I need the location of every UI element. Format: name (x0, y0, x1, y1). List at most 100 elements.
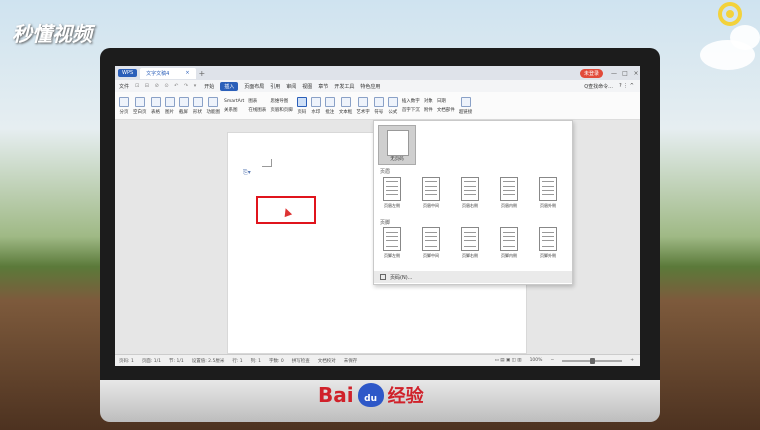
table-icon (150, 96, 161, 107)
ribbon-symbol[interactable]: 符号 (373, 96, 384, 115)
status-word-count[interactable]: 字数: 0 (269, 358, 284, 364)
ribbon-doc-parts[interactable]: 文档部件 (437, 107, 455, 113)
comment-icon (324, 96, 335, 107)
ribbon-object-group: 对象 附件 (424, 98, 433, 113)
ribbon-label: 功能图 (206, 109, 221, 115)
status-save: 未保存 (343, 358, 358, 364)
ribbon-attachment[interactable]: 附件 (424, 107, 433, 113)
menu-item-review[interactable]: 审阅 (286, 83, 296, 90)
menu-item-references[interactable]: 引用 (270, 83, 280, 90)
header-right-option[interactable]: 页眉右侧 (456, 177, 484, 209)
ribbon-object[interactable]: 对象 (424, 98, 433, 104)
ribbon-label: 文本框 (338, 109, 353, 115)
menu-item-chapter[interactable]: 章节 (318, 83, 328, 90)
no-page-number-label: 无页码 (390, 157, 404, 162)
menu-item-developer[interactable]: 开发工具 (334, 83, 354, 90)
ribbon-blank-page[interactable]: 空白页 (133, 96, 147, 115)
page-number-dropdown: 无页码 页眉 页眉左侧 页眉中间 页眉右侧 页眉内侧 页眉外侧 页脚 页脚左侧 … (373, 120, 573, 285)
help-icon[interactable]: ? ⋮ ^ (619, 83, 634, 89)
header-left-option[interactable]: 页眉左侧 (378, 177, 406, 209)
ribbon-drop-cap[interactable]: 首字下沉 (402, 107, 420, 113)
option-label: 页脚右侧 (462, 253, 478, 258)
picture-icon (164, 96, 175, 107)
pi-icon (387, 96, 398, 107)
footer-outside-option[interactable]: 页脚外侧 (534, 227, 562, 259)
ribbon-hyperlink[interactable]: 超链接 (459, 96, 472, 115)
ribbon-comment[interactable]: 批注 (324, 96, 335, 115)
search-command[interactable]: Q查找命令... (584, 83, 613, 90)
menu-item-layout[interactable]: 页面布局 (244, 83, 264, 90)
maximize-button[interactable]: □ (621, 70, 629, 77)
ribbon-function-chart[interactable]: 功能图 (206, 96, 221, 115)
page-thumb-icon (461, 227, 479, 251)
baidu-du: du (364, 394, 378, 404)
ribbon-picture[interactable]: 图片 (164, 96, 175, 115)
zoom-slider[interactable] (562, 357, 623, 364)
footer-center-option[interactable]: 页脚中间 (417, 227, 445, 259)
document-tab[interactable]: 文字文稿4 × (140, 67, 196, 79)
status-spell-check[interactable]: 拼写检查 (292, 358, 310, 364)
ribbon-header-footer[interactable]: 页眉和页脚 (270, 107, 293, 113)
ribbon-formula[interactable]: 公式 (387, 96, 398, 115)
ribbon-date[interactable]: 日期 (437, 98, 455, 104)
menu-item-insert[interactable]: 插入 (220, 81, 239, 91)
menu-item-view[interactable]: 视图 (302, 83, 312, 90)
app-tab[interactable]: WPS (118, 69, 138, 77)
zoom-level[interactable]: 100% (530, 358, 543, 363)
ribbon-screenshot[interactable]: 截屏 (178, 96, 189, 115)
textbox-icon (340, 96, 351, 107)
ribbon-online-chart[interactable]: 在线图表 (248, 107, 266, 113)
ribbon-shape[interactable]: 形状 (192, 96, 203, 115)
ribbon-number-group: 插入数字 首字下沉 (402, 98, 420, 113)
option-label: 页眉中间 (423, 203, 439, 208)
ribbon-mindmap[interactable]: 思维导图 (270, 98, 293, 104)
status-setting: 设置值: 2.5厘米 (191, 358, 225, 364)
zoom-slider-handle[interactable] (590, 357, 596, 364)
ribbon-insert-number[interactable]: 插入数字 (402, 98, 420, 104)
ribbon-relation-chart[interactable]: 关系图 (224, 107, 244, 113)
quick-access-toolbar[interactable]: ⊡ ⊟ ⊘ ⊙ ↶ ↷ ▾ (135, 83, 198, 89)
footer-left-option[interactable]: 页脚左侧 (378, 227, 406, 259)
menu-item-features[interactable]: 特色应用 (360, 83, 380, 90)
ribbon-table[interactable]: 表格 (150, 96, 161, 115)
zoom-in-button[interactable]: + (630, 358, 634, 363)
ribbon-wordart[interactable]: 艺术字 (356, 96, 370, 115)
status-proofread[interactable]: 文档校对 (318, 358, 336, 364)
baidu-paw-icon: du (357, 383, 384, 407)
page-thumb-icon (500, 227, 518, 251)
header-outside-option[interactable]: 页眉外侧 (534, 177, 562, 209)
paragraph-mark-icon: ⎘▾ (243, 169, 251, 176)
ribbon-label: 批注 (325, 109, 335, 115)
ribbon-label: 截屏 (179, 109, 188, 115)
menu-bar: 文件 ⊡ ⊟ ⊘ ⊙ ↶ ↷ ▾ 开始 插入 页面布局 引用 审阅 视图 章节 … (115, 80, 640, 92)
footer-section-title: 页脚 (380, 220, 391, 226)
ribbon-watermark[interactable]: 水印 (310, 96, 321, 115)
no-page-number-option[interactable]: 无页码 (378, 125, 416, 165)
header-inside-option[interactable]: 页眉内侧 (495, 177, 523, 209)
ribbon-page-break[interactable]: 分页 (119, 96, 129, 115)
option-label: 页眉左侧 (384, 203, 400, 208)
add-tab-button[interactable]: + (199, 69, 206, 78)
header-center-option[interactable]: 页眉中间 (417, 177, 445, 209)
ribbon-smartart[interactable]: SmartArt (224, 99, 244, 104)
close-tab-icon[interactable]: × (185, 70, 189, 77)
close-window-button[interactable]: × (632, 70, 640, 77)
page-thumb-icon (383, 227, 401, 251)
footer-inside-option[interactable]: 页脚内侧 (495, 227, 523, 259)
page-thumb-icon (500, 177, 518, 201)
ribbon-page-number[interactable]: 页码 (296, 96, 307, 115)
ribbon-chart[interactable]: 图表 (248, 98, 266, 104)
status-section: 节: 1/1 (169, 358, 184, 364)
login-button[interactable]: 未登录 (579, 68, 603, 78)
shape-icon (192, 96, 203, 107)
ribbon-label: 公式 (388, 109, 398, 115)
zoom-out-button[interactable]: − (550, 358, 554, 363)
footer-right-option[interactable]: 页脚右侧 (456, 227, 484, 259)
ribbon-textbox[interactable]: 文本框 (338, 96, 353, 115)
minimize-button[interactable]: — (610, 70, 618, 77)
menu-file[interactable]: 文件 (119, 83, 129, 90)
page-number-settings-item[interactable]: 页码(N)... (374, 271, 572, 283)
menu-item-home[interactable]: 开始 (204, 83, 214, 90)
ribbon-label: 分页 (119, 109, 129, 115)
view-mode-icons[interactable]: ▭ ▤ ▣ ◫ ▥ (495, 358, 522, 363)
